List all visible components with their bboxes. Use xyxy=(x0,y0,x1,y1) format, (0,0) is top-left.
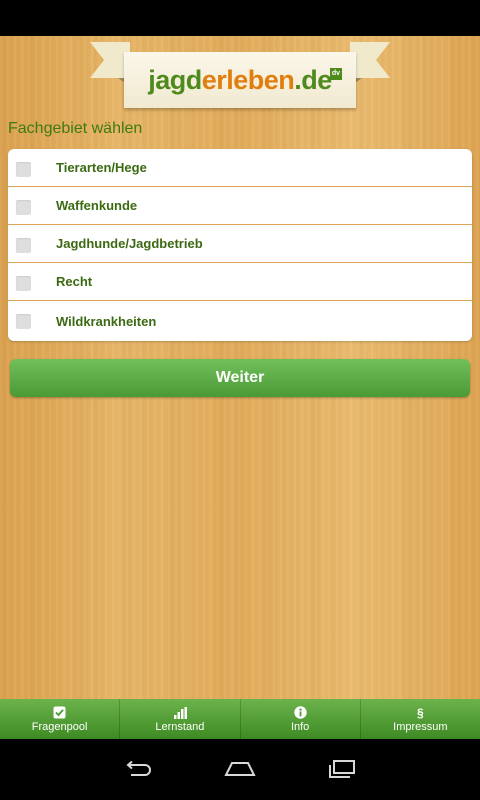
logo-part-de: .de xyxy=(294,64,332,95)
topic-label: Waffenkunde xyxy=(56,198,138,213)
status-bar xyxy=(0,0,480,36)
bar-chart-icon xyxy=(173,706,187,720)
topic-list: Tierarten/Hege Waffenkunde Jagdhunde/Jag… xyxy=(8,149,472,341)
tab-label: Lernstand xyxy=(155,720,205,733)
tab-info[interactable]: Info xyxy=(241,699,361,739)
tab-label: Impressum xyxy=(393,720,448,733)
list-item-topic[interactable]: Jagdhunde/Jagdbetrieb xyxy=(8,225,472,263)
bottom-tab-bar: Fragenpool Lernstand Info § Impressum xyxy=(0,699,480,739)
checkbox-icon xyxy=(53,706,66,720)
logo: jagderleben.de xyxy=(148,65,332,96)
topic-label: Tierarten/Hege xyxy=(56,160,147,175)
info-icon xyxy=(293,706,307,720)
logo-banner: jagderleben.de dv xyxy=(124,52,356,108)
checkbox[interactable] xyxy=(16,276,31,291)
tab-impressum[interactable]: § Impressum xyxy=(361,699,480,739)
list-item-topic[interactable]: Tierarten/Hege xyxy=(8,149,472,187)
list-item-topic[interactable]: Wildkrankheiten xyxy=(8,301,472,341)
checkbox[interactable] xyxy=(16,200,31,215)
back-icon[interactable] xyxy=(120,757,156,781)
topic-label: Jagdhunde/Jagdbetrieb xyxy=(56,236,203,251)
system-nav-bar xyxy=(0,739,480,800)
tab-label: Fragenpool xyxy=(31,720,88,733)
page-title: Fachgebiet wählen xyxy=(8,120,143,137)
logo-badge: dv xyxy=(330,68,342,80)
list-item-topic[interactable]: Waffenkunde xyxy=(8,187,472,225)
topic-label: Recht xyxy=(56,274,93,289)
paragraph-icon: § xyxy=(417,705,424,720)
checkbox[interactable] xyxy=(16,238,31,253)
weiter-button[interactable]: Weiter xyxy=(10,359,470,397)
topic-label: Wildkrankheiten xyxy=(56,313,157,329)
checkbox[interactable] xyxy=(16,314,31,329)
list-item-topic[interactable]: Recht xyxy=(8,263,472,301)
tab-fragenpool[interactable]: Fragenpool xyxy=(0,699,121,739)
tab-lernstand[interactable]: Lernstand xyxy=(120,699,241,739)
tab-label: Info xyxy=(290,720,310,733)
home-icon[interactable] xyxy=(222,757,258,781)
logo-part-erleben: erleben xyxy=(201,64,295,95)
checkbox[interactable] xyxy=(16,162,31,177)
recent-apps-icon[interactable] xyxy=(324,757,360,781)
logo-part-jagd: jagd xyxy=(148,64,202,95)
